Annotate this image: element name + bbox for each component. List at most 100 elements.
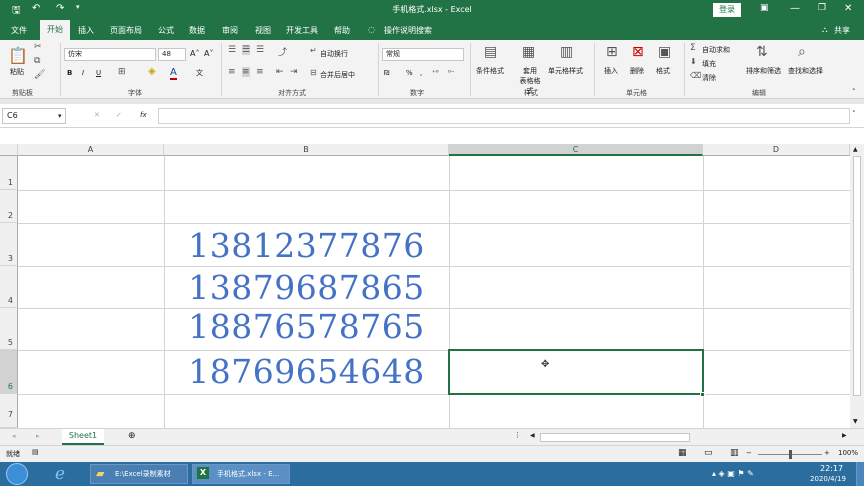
page-break-view-icon[interactable]: ▥	[730, 448, 739, 458]
vertical-scrollbar[interactable]: ▲ ▼	[850, 144, 864, 428]
tab-file[interactable]: 文件	[11, 25, 27, 36]
share-icon[interactable]: ⛬	[822, 25, 828, 35]
restore-icon[interactable]: ❐	[818, 3, 826, 13]
row-header-1[interactable]: 1	[0, 156, 18, 190]
scroll-up-icon[interactable]: ▲	[853, 146, 858, 153]
delete-cells-button[interactable]: 删除	[630, 66, 644, 76]
fill-color-icon[interactable]: ◈	[148, 66, 156, 77]
cancel-icon[interactable]: ✕	[94, 111, 100, 119]
align-middle-icon[interactable]: ☰	[242, 45, 251, 55]
number-format-select[interactable]: 常规	[382, 48, 464, 61]
show-desktop-button[interactable]	[856, 462, 864, 486]
normal-view-icon[interactable]: ▦	[678, 448, 687, 458]
find-select-icon[interactable]: ⌕	[798, 44, 806, 60]
find-select-button[interactable]: 查找和选择	[788, 66, 823, 76]
clear-icon[interactable]: ⌫	[690, 71, 701, 80]
conditional-format-icon[interactable]: ▤	[484, 44, 497, 60]
macro-record-icon[interactable]: ▤	[32, 448, 39, 456]
zoom-slider-thumb[interactable]	[789, 450, 792, 459]
sort-filter-icon[interactable]: ⇅	[756, 44, 768, 60]
enter-icon[interactable]: ✓	[116, 111, 122, 119]
wrap-text-icon[interactable]: ↵	[310, 46, 317, 55]
zoom-in-icon[interactable]: +	[824, 449, 830, 457]
tab-page-layout[interactable]: 页面布局	[110, 25, 142, 36]
paste-icon[interactable]: 📋	[8, 46, 28, 65]
formula-input[interactable]	[158, 108, 850, 124]
paste-button[interactable]: 粘贴	[10, 67, 24, 77]
italic-icon[interactable]: I	[82, 69, 84, 77]
select-all-corner[interactable]	[0, 144, 18, 156]
format-cells-icon[interactable]: ▣	[658, 44, 671, 60]
zoom-out-icon[interactable]: −	[746, 449, 752, 457]
vertical-scroll-thumb[interactable]	[853, 156, 861, 396]
autosum-button[interactable]: 自动求和	[702, 45, 730, 55]
decrease-indent-icon[interactable]: ⇤	[276, 67, 284, 77]
name-box-dropdown-icon[interactable]: ▾	[58, 112, 62, 120]
percent-icon[interactable]: %	[406, 69, 413, 77]
border-icon[interactable]: ⊞	[118, 67, 126, 77]
scroll-left-icon[interactable]: ◀	[530, 432, 535, 439]
row-header-2[interactable]: 2	[0, 190, 18, 223]
conditional-format-button[interactable]: 条件格式	[476, 66, 504, 76]
orientation-icon[interactable]: ⤴	[278, 45, 287, 58]
increase-indent-icon[interactable]: ⇥	[290, 67, 298, 77]
fill-handle[interactable]	[700, 392, 705, 397]
increase-font-icon[interactable]: A˄	[190, 49, 199, 58]
column-header-d[interactable]: D	[703, 144, 850, 156]
wrap-text-button[interactable]: 自动换行	[320, 49, 348, 59]
format-painter-icon[interactable]: 🖌	[34, 70, 45, 80]
autosum-icon[interactable]: Σ	[690, 43, 696, 53]
align-right-icon[interactable]: ≡	[256, 67, 264, 77]
row-header-3[interactable]: 3	[0, 223, 18, 266]
sort-filter-button[interactable]: 排序和筛选	[746, 66, 781, 76]
align-top-icon[interactable]: ☰	[228, 45, 236, 55]
scroll-down-icon[interactable]: ▼	[853, 418, 858, 425]
collapse-ribbon-icon[interactable]: ˄	[852, 88, 856, 96]
clear-button[interactable]: 清除	[702, 73, 716, 83]
cell-styles-icon[interactable]: ▥	[560, 44, 573, 60]
zoom-level[interactable]: 100%	[838, 449, 858, 457]
row-header-6[interactable]: 6	[0, 350, 18, 394]
row-header-7[interactable]: 7	[0, 394, 18, 428]
tab-formulas[interactable]: 公式	[158, 25, 174, 36]
page-layout-view-icon[interactable]: ▭	[704, 448, 713, 458]
tell-me-search[interactable]: 操作说明搜索	[384, 25, 432, 36]
underline-icon[interactable]: U	[96, 69, 101, 77]
start-button[interactable]	[6, 463, 28, 485]
tab-developer[interactable]: 开发工具	[286, 25, 318, 36]
minimize-icon[interactable]: —	[790, 3, 800, 14]
taskbar-explorer[interactable]: E:\Excel录制素材	[90, 464, 188, 484]
merge-center-button[interactable]: 合并后居中	[320, 70, 355, 80]
internet-explorer-icon[interactable]: ℯ	[55, 464, 65, 484]
row-header-5[interactable]: 5	[0, 308, 18, 350]
insert-function-icon[interactable]: fx	[140, 111, 147, 119]
cell-b5[interactable]: 18876578765	[164, 307, 449, 346]
comma-icon[interactable]: ,	[420, 69, 422, 77]
close-icon[interactable]: ✕	[844, 3, 852, 14]
font-name-select[interactable]: 仿宋	[64, 48, 156, 61]
tab-help[interactable]: 帮助	[334, 25, 350, 36]
phonetic-icon[interactable]: 文	[196, 68, 203, 78]
fill-icon[interactable]: ⬇	[690, 57, 697, 66]
align-bottom-icon[interactable]: ☰	[256, 45, 264, 55]
copy-icon[interactable]: ⧉	[34, 56, 40, 66]
decrease-decimal-icon[interactable]: ⁰⁻	[448, 69, 455, 77]
format-cells-button[interactable]: 格式	[656, 66, 670, 76]
tab-view[interactable]: 视图	[255, 25, 271, 36]
format-table-icon[interactable]: ▦	[522, 44, 535, 60]
merge-icon[interactable]: ⊟	[310, 68, 317, 77]
decrease-font-icon[interactable]: A˅	[204, 49, 213, 58]
align-left-icon[interactable]: ≡	[228, 67, 236, 77]
sheet-tab[interactable]: Sheet1	[62, 429, 104, 445]
font-size-select[interactable]: 48	[158, 48, 186, 61]
share-button[interactable]: 共享	[834, 25, 850, 36]
login-button[interactable]: 登录	[713, 3, 741, 17]
tab-insert[interactable]: 插入	[78, 25, 94, 36]
tab-home[interactable]: 开始	[40, 20, 70, 40]
delete-cells-icon[interactable]: ⊠	[632, 44, 644, 60]
worksheet-grid[interactable]: A B C D 1 2 3 4 5 6 7 13812377876 138796…	[0, 144, 850, 428]
insert-cells-icon[interactable]: ⊞	[606, 44, 618, 60]
fill-button[interactable]: 填充	[702, 59, 716, 69]
active-cell-c6[interactable]	[448, 349, 704, 395]
font-color-icon[interactable]: A	[170, 67, 177, 80]
